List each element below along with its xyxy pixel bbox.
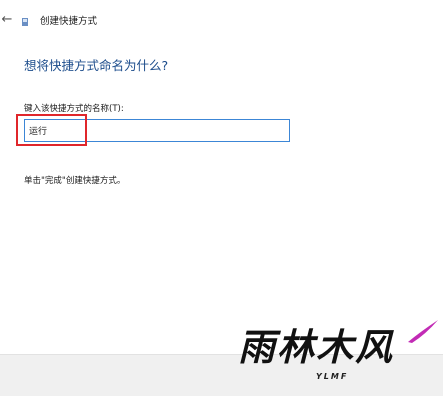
title-bar: ← 创建快捷方式 [0, 0, 443, 44]
shortcut-name-input[interactable] [24, 119, 290, 142]
back-arrow-icon[interactable]: ← [0, 12, 14, 28]
watermark-subtext: YLMF [316, 372, 349, 381]
watermark-logo: 雨林木风 YLMF [236, 318, 443, 396]
finish-hint-text: 单击"完成"创建快捷方式。 [24, 176, 126, 186]
shortcut-icon [22, 18, 28, 26]
window-title: 创建快捷方式 [40, 16, 98, 27]
shortcut-name-label: 键入该快捷方式的名称(T): [24, 104, 124, 114]
watermark-text: 雨林木风 [238, 326, 394, 369]
page-heading: 想将快捷方式命名为什么? [24, 58, 169, 73]
watermark-swoosh-icon [408, 320, 438, 343]
